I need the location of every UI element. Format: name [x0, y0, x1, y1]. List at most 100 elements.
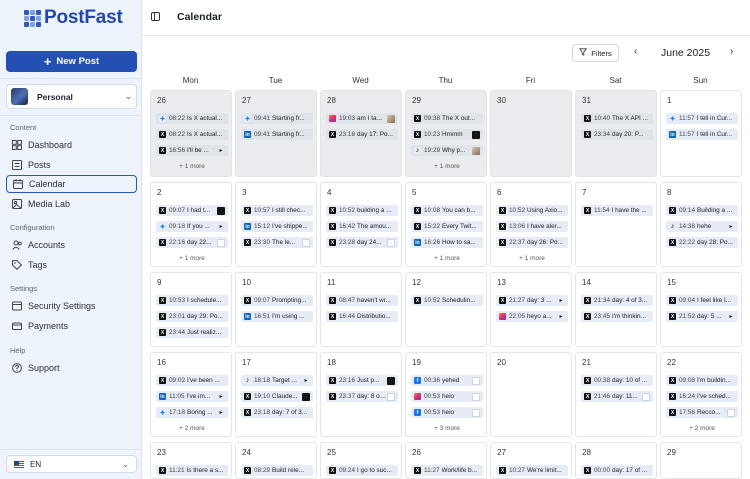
calendar-day-cell[interactable]: 12 X 10:52 Schedulin...: [405, 272, 487, 347]
scheduled-post[interactable]: X 21:46 day: 11...: [581, 391, 653, 402]
scheduled-post[interactable]: X 23:01 day 29: Po...: [156, 311, 228, 322]
scheduled-post[interactable]: 19:03 am I ta...: [326, 113, 398, 124]
scheduled-post[interactable]: X 08:47 haven't wr...: [326, 295, 398, 306]
scheduled-post[interactable]: X 23:16 Just p...: [326, 375, 398, 386]
calendar-day-cell[interactable]: 29 X 09:38 The X out... X 10:23 Hmmm ♪ 19:29 Why …: [405, 90, 487, 177]
scheduled-post[interactable]: X 10:53 I schedule...: [156, 295, 228, 306]
previous-month-button[interactable]: ‹: [634, 46, 637, 57]
scheduled-post[interactable]: in 11:05 I've im... ▸: [156, 391, 228, 402]
scheduled-post[interactable]: X 21:27 day: 3 ... ▸: [496, 295, 568, 306]
scheduled-post[interactable]: X 10:52 Using Axio...: [496, 205, 568, 216]
calendar-day-cell[interactable]: 3 X 10:57 I still chec... in 15:12 I've shippe…: [235, 182, 317, 267]
scheduled-post[interactable]: ✦ 08:22 Is X actual...: [156, 113, 228, 124]
calendar-day-cell[interactable]: 2 X 09:07 I had t... ✦ 09:18 If you ... ▸ X 22:16…: [150, 182, 232, 267]
scheduled-post[interactable]: X 09:02 I've been ...: [156, 375, 228, 386]
sidebar-item-accounts[interactable]: Accounts: [6, 236, 137, 253]
scheduled-post[interactable]: X 10:08 You can b...: [411, 205, 483, 216]
calendar-day-cell[interactable]: 11 X 08:47 haven't wr... X 16:44 Distributio..…: [320, 272, 402, 347]
scheduled-post[interactable]: X 23:44 Just realiz...: [156, 327, 228, 338]
calendar-day-cell[interactable]: 4 X 10:52 building a ... X 16:42 The amou... X 2…: [320, 182, 402, 267]
filters-button[interactable]: Filters: [572, 44, 619, 62]
scheduled-post[interactable]: X 10:52 Schedulin...: [411, 295, 483, 306]
calendar-day-cell[interactable]: 10 X 09:07 Prompting... in 16:51 I'm using ...: [235, 272, 317, 347]
sidebar-item-calendar[interactable]: Calendar: [6, 175, 137, 193]
more-posts-link[interactable]: + 3 more: [406, 425, 488, 432]
calendar-day-cell[interactable]: 14 X 21:34 day: 4 of 3... X 23:45 I'm thinkin.…: [575, 272, 657, 347]
scheduled-post[interactable]: X 23:34 day 20: P...: [581, 129, 653, 140]
scheduled-post[interactable]: X 10:23 Hmmm: [411, 129, 483, 140]
calendar-day-cell[interactable]: 19 f 00:36 yehed 00:53 heio f 00:53 heio + 3 more: [405, 352, 487, 437]
scheduled-post[interactable]: f 00:36 yehed: [411, 375, 483, 386]
scheduled-post[interactable]: in 09:41 Starting fr...: [241, 129, 313, 140]
more-posts-link[interactable]: + 2 more: [661, 425, 743, 432]
more-posts-link[interactable]: + 1 more: [491, 255, 573, 262]
scheduled-post[interactable]: X 10:52 building a ...: [326, 205, 398, 216]
sidebar-item-media-lab[interactable]: Media Lab: [6, 195, 137, 212]
scheduled-post[interactable]: X 15:22 Every Twit...: [411, 221, 483, 232]
next-month-button[interactable]: ›: [730, 46, 733, 57]
scheduled-post[interactable]: X 09:07 Prompting...: [241, 295, 313, 306]
scheduled-post[interactable]: ♪ 14:38 hehe ▸: [666, 221, 738, 232]
scheduled-post[interactable]: X 21:52 day: 5 ... ▸: [666, 311, 738, 322]
scheduled-post[interactable]: X 21:34 day: 4 of 3...: [581, 295, 653, 306]
calendar-day-cell[interactable]: 13 X 21:27 day: 3 ... ▸ 22:05 heyo a... ▸: [490, 272, 572, 347]
scheduled-post[interactable]: X 13:06 I have aler...: [496, 221, 568, 232]
calendar-day-cell[interactable]: 9 X 10:53 I schedule... X 23:01 day 29: Po... X…: [150, 272, 232, 347]
scheduled-post[interactable]: X 11:27 Work/life b...: [411, 465, 483, 476]
calendar-day-cell[interactable]: 6 X 10:52 Using Axio... X 13:06 I have aler...…: [490, 182, 572, 267]
calendar-day-cell[interactable]: 26 ✦ 08:22 Is X actual... X 08:22 Is X actual.…: [150, 90, 232, 177]
calendar-day-cell[interactable]: 1 ✦ 11:57 I tell in Cur... in 11:57 I tell in …: [660, 90, 742, 177]
calendar-day-cell[interactable]: 26 X 11:27 Work/life b...: [405, 442, 487, 479]
calendar-day-cell[interactable]: 29: [660, 442, 742, 479]
scheduled-post[interactable]: X 22:37 day 26: Po...: [496, 237, 568, 248]
scheduled-post[interactable]: X 09:07 I had t...: [156, 205, 228, 216]
calendar-day-cell[interactable]: 27 ✦ 09:41 Starting fr... in 09:41 Starting fr…: [235, 90, 317, 177]
workspace-selector[interactable]: Personal ⌄: [6, 84, 137, 109]
scheduled-post[interactable]: X 16:24 I've sched...: [666, 391, 738, 402]
calendar-day-cell[interactable]: 17 ♪ 18:18 Target ... ▸ X 19:10 Claude... X 23:18…: [235, 352, 317, 437]
scheduled-post[interactable]: ♪ 18:18 Target ... ▸: [241, 375, 313, 386]
scheduled-post[interactable]: X 16:42 The amou...: [326, 221, 398, 232]
language-selector[interactable]: EN ⌄: [6, 455, 137, 473]
calendar-day-cell[interactable]: 23 X 11:21 Is there a s...: [150, 442, 232, 479]
scheduled-post[interactable]: X 09:08 I'm buildin...: [666, 375, 738, 386]
scheduled-post[interactable]: X 10:57 I still chec...: [241, 205, 313, 216]
calendar-day-cell[interactable]: 28 X 00:00 day: 17 of ...: [575, 442, 657, 479]
scheduled-post[interactable]: f 00:53 heio: [411, 407, 483, 418]
calendar-day-cell[interactable]: 16 X 09:02 I've been ... in 11:05 I've im... ▸ ✦…: [150, 352, 232, 437]
calendar-day-cell[interactable]: 21 X 00:38 day: 10 of ... X 21:46 day: 11...: [575, 352, 657, 437]
calendar-day-cell[interactable]: 24 X 08:29 Build rele...: [235, 442, 317, 479]
calendar-day-cell[interactable]: 20: [490, 352, 572, 437]
calendar-day-cell[interactable]: 30: [490, 90, 572, 177]
scheduled-post[interactable]: X 23:45 I'm thinkin...: [581, 311, 653, 322]
calendar-day-cell[interactable]: 15 X 09:04 I feel like I... X 21:52 day: 5 ...…: [660, 272, 742, 347]
scheduled-post[interactable]: X 16:56 I'll be ... ▸: [156, 145, 228, 156]
more-posts-link[interactable]: + 1 more: [406, 163, 488, 170]
scheduled-post[interactable]: X 09:38 The X out...: [411, 113, 483, 124]
scheduled-post[interactable]: ✦ 09:41 Starting fr...: [241, 113, 313, 124]
scheduled-post[interactable]: in 16:26 How to sa...: [411, 237, 483, 248]
scheduled-post[interactable]: X 23:18 day: 7 of 3...: [241, 407, 313, 418]
calendar-day-cell[interactable]: 8 X 09:14 Building a ... ♪ 14:38 hehe ▸ X 22:22 da…: [660, 182, 742, 267]
scheduled-post[interactable]: X 09:24 I go to suc...: [326, 465, 398, 476]
scheduled-post[interactable]: X 22:22 day 28: Po...: [666, 237, 738, 248]
scheduled-post[interactable]: X 00:38 day: 10 of ...: [581, 375, 653, 386]
scheduled-post[interactable]: X 08:22 Is X actual...: [156, 129, 228, 140]
scheduled-post[interactable]: in 15:12 I've shippe...: [241, 221, 313, 232]
scheduled-post[interactable]: 00:53 heio: [411, 391, 483, 402]
scheduled-post[interactable]: in 11:57 I tell in Cur...: [666, 129, 738, 140]
sidebar-item-posts[interactable]: Posts: [6, 156, 137, 173]
calendar-day-cell[interactable]: 31 X 10:40 The X API ... X 23:34 day 20: P...: [575, 90, 657, 177]
more-posts-link[interactable]: + 1 more: [406, 255, 488, 262]
scheduled-post[interactable]: X 22:16 day 22...: [156, 237, 228, 248]
more-posts-link[interactable]: + 1 more: [151, 255, 233, 262]
sidebar-item-support[interactable]: Support: [6, 359, 137, 376]
scheduled-post[interactable]: X 09:04 I feel like I...: [666, 295, 738, 306]
calendar-day-cell[interactable]: 28 19:03 am I ta... X 23:18 day 17: Po...: [320, 90, 402, 177]
calendar-day-cell[interactable]: 27 X 10:27 We're limit...: [490, 442, 572, 479]
scheduled-post[interactable]: X 17:56 Recco...: [666, 407, 738, 418]
sidebar-item-security-settings[interactable]: Security Settings: [6, 297, 137, 314]
scheduled-post[interactable]: X 09:14 Building a ...: [666, 205, 738, 216]
sidebar-item-tags[interactable]: Tags: [6, 256, 137, 273]
scheduled-post[interactable]: in 16:51 I'm using ...: [241, 311, 313, 322]
